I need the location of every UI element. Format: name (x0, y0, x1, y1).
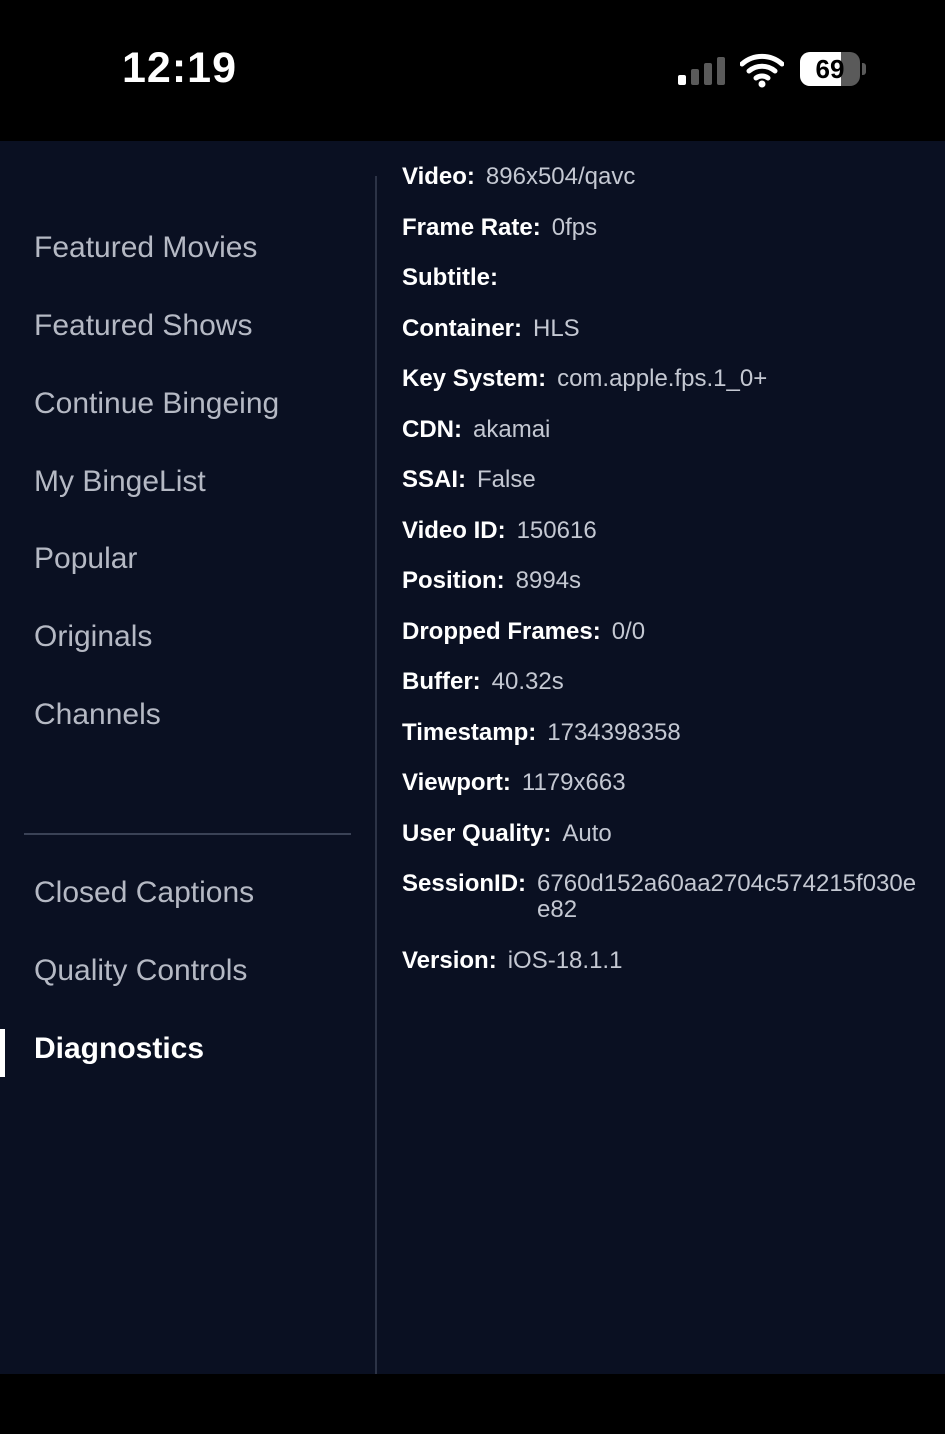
sidebar-item-popular[interactable]: Popular (34, 542, 137, 576)
diag-label: Video ID: (402, 517, 506, 544)
diag-row-ssai: SSAI: False (402, 467, 536, 493)
diag-row-position: Position: 8994s (402, 568, 581, 594)
diag-label: Key System: (402, 365, 547, 392)
diag-value: 0fps (551, 214, 598, 241)
wifi-icon (740, 53, 784, 88)
diag-row-video-id: Video ID: 150616 (402, 518, 597, 544)
settings-panel: Featured Movies Featured Shows Continue … (0, 141, 945, 1374)
diag-label: Buffer: (402, 668, 481, 695)
cellular-signal-icon (678, 57, 725, 85)
diag-row-cdn: CDN: akamai (402, 417, 550, 443)
diag-label: Container: (402, 315, 522, 342)
diag-row-user-quality: User Quality: Auto (402, 821, 612, 847)
diag-row-version: Version: iOS-18.1.1 (402, 948, 622, 974)
diag-value: False (477, 466, 536, 493)
diag-value: Auto (562, 820, 612, 847)
diag-label: Version: (402, 947, 497, 974)
diag-value: com.apple.fps.1_0+ (557, 365, 768, 392)
diag-label: Subtitle: (402, 264, 498, 291)
diag-label: Frame Rate: (402, 214, 541, 241)
sidebar-item-diagnostics[interactable]: Diagnostics (34, 1032, 204, 1066)
sidebar-item-my-bingelist[interactable]: My BingeList (34, 465, 206, 499)
diag-value: 1179x663 (521, 769, 626, 796)
diag-value: 150616 (516, 517, 597, 544)
diag-row-dropped-frames: Dropped Frames: 0/0 (402, 619, 645, 645)
panel-divider (375, 176, 377, 1374)
sidebar-item-closed-captions[interactable]: Closed Captions (34, 876, 254, 910)
diag-label: SSAI: (402, 466, 467, 493)
diag-label: Video: (402, 163, 475, 190)
diag-label: Timestamp: (402, 719, 537, 746)
sidebar-item-continue-bingeing[interactable]: Continue Bingeing (34, 387, 279, 421)
diag-value: akamai (473, 416, 551, 443)
diag-value: iOS-18.1.1 (507, 947, 623, 974)
active-indicator (0, 1029, 5, 1077)
diag-row-viewport: Viewport: 1179x663 (402, 770, 626, 796)
sidebar-item-quality-controls[interactable]: Quality Controls (34, 954, 247, 988)
diag-value: 0/0 (611, 618, 646, 645)
diag-value: HLS (533, 315, 580, 342)
sidebar-item-channels[interactable]: Channels (34, 698, 161, 732)
diag-value: 1734398358 (547, 719, 681, 746)
battery-level: 69 (815, 54, 845, 84)
sidebar-item-featured-shows[interactable]: Featured Shows (34, 309, 252, 343)
diag-row-frame-rate: Frame Rate: 0fps (402, 215, 597, 241)
diag-label: Dropped Frames: (402, 618, 601, 645)
diag-row-key-system: Key System: com.apple.fps.1_0+ (402, 366, 767, 392)
diag-label: SessionID: (402, 870, 527, 897)
diag-label: CDN: (402, 416, 462, 443)
diag-label: User Quality: (402, 820, 552, 847)
diag-row-video: Video: 896x504/qavc (402, 164, 635, 190)
diag-row-session-id: SessionID: 6760d152a60aa2704c574215f030e… (402, 871, 927, 923)
diag-value: 6760d152a60aa2704c574215f030ee82 (537, 870, 917, 923)
status-bar: 12:19 69 (0, 0, 945, 141)
battery-icon: 69 (800, 52, 868, 88)
diag-row-buffer: Buffer: 40.32s (402, 669, 564, 695)
diag-label: Position: (402, 567, 505, 594)
diag-row-container: Container: HLS (402, 316, 580, 342)
bottom-bar (0, 1374, 945, 1434)
status-time: 12:19 (122, 44, 237, 92)
diag-value: 8994s (515, 567, 582, 594)
sidebar: Featured Movies Featured Shows Continue … (0, 141, 375, 1374)
diag-row-timestamp: Timestamp: 1734398358 (402, 720, 681, 746)
diag-value: 896x504/qavc (485, 163, 636, 190)
sidebar-item-originals[interactable]: Originals (34, 620, 152, 654)
diag-row-subtitle: Subtitle: (402, 265, 509, 291)
diag-value: 40.32s (491, 668, 564, 695)
menu-divider (24, 833, 351, 835)
sidebar-item-featured-movies[interactable]: Featured Movies (34, 231, 257, 265)
diag-label: Viewport: (402, 769, 511, 796)
